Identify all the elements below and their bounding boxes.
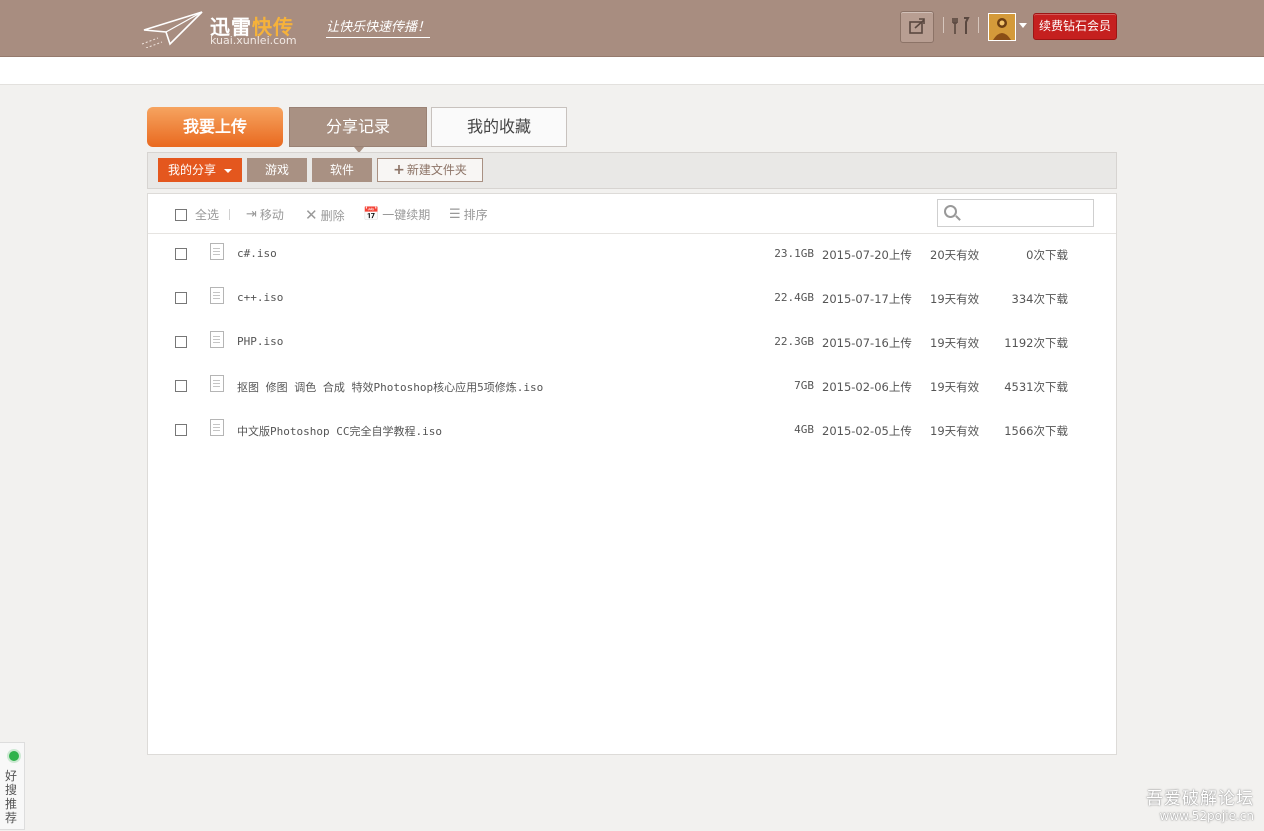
share-button[interactable]: [900, 11, 934, 43]
renew-button[interactable]: 📅 一键续期: [363, 206, 430, 223]
move-button[interactable]: ⇥ 移动: [246, 206, 284, 223]
row-checkbox[interactable]: [175, 292, 187, 304]
tools-button[interactable]: [951, 15, 971, 37]
tools-icon: [952, 17, 970, 34]
validity: 19天有效: [930, 292, 980, 306]
file-icon: [210, 287, 224, 304]
avatar-image-icon: [989, 14, 1015, 40]
logo-url: kuai.xunlei.com: [210, 34, 297, 47]
file-name[interactable]: 中文版Photoshop CC完全自学教程.iso: [237, 423, 442, 439]
file-name[interactable]: c#.iso: [237, 247, 277, 260]
download-count: 1566次下载: [1004, 424, 1068, 438]
side-recommend-widget[interactable]: 好搜推荐: [0, 742, 25, 830]
file-size: 22.4GB: [774, 291, 814, 304]
file-name[interactable]: 抠图 修图 调色 合成 特效Photoshop核心应用5项修炼.iso: [237, 379, 543, 395]
select-all-checkbox[interactable]: [175, 208, 187, 221]
file-row[interactable]: c#.iso 23.1GB 2015-07-20上传 20天有效 0次下载: [148, 233, 1116, 277]
sort-button[interactable]: ☰ 排序: [449, 206, 488, 223]
plus-icon: +: [393, 162, 405, 178]
file-size: 22.3GB: [774, 335, 814, 348]
file-row[interactable]: PHP.iso 22.3GB 2015-07-16上传 19天有效 1192次下…: [148, 321, 1116, 365]
row-checkbox[interactable]: [175, 380, 187, 392]
watermark-line2: www.52pojie.cn: [1159, 809, 1254, 823]
category-my-share-label: 我的分享: [167, 163, 216, 177]
tab-share-records[interactable]: 分享记录: [289, 107, 427, 153]
select-all-label: 全选: [195, 208, 220, 222]
file-name[interactable]: c++.iso: [237, 291, 283, 304]
new-folder-button[interactable]: + 新建文件夹: [377, 158, 483, 182]
file-toolbar: 全选 ⇥ 移动 ✕ 删除 📅 一键续期 ☰ 排序: [148, 194, 1116, 234]
upload-date: 2015-07-17上传: [822, 292, 912, 306]
file-size: 23.1GB: [774, 247, 814, 260]
download-count: 334次下载: [1011, 292, 1068, 306]
chevron-down-icon[interactable]: [1019, 23, 1027, 28]
delete-label: 删除: [320, 208, 345, 223]
move-icon: ⇥: [246, 207, 257, 222]
row-checkbox[interactable]: [175, 336, 187, 348]
file-icon: [210, 243, 224, 260]
avatar[interactable]: [988, 13, 1016, 41]
upload-date: 2015-07-16上传: [822, 336, 912, 350]
sub-header-bar: [0, 57, 1264, 85]
move-label: 移动: [259, 208, 284, 222]
renew-label: 一键续期: [382, 208, 431, 222]
search-box[interactable]: [937, 199, 1094, 227]
file-icon: [210, 331, 224, 348]
file-size: 7GB: [794, 379, 814, 392]
status-dot-icon: [7, 749, 21, 763]
file-icon: [210, 419, 224, 436]
download-count: 0次下载: [1026, 248, 1068, 262]
validity: 19天有效: [930, 336, 980, 350]
validity: 20天有效: [930, 248, 980, 262]
watermark-line1: 吾爱破解论坛: [1146, 789, 1254, 809]
search-icon: [944, 205, 957, 218]
logo[interactable]: 迅雷快传 kuai.xunlei.com 让快乐快速传播！: [140, 6, 440, 50]
validity: 19天有效: [930, 424, 980, 438]
file-row[interactable]: 抠图 修图 调色 合成 特效Photoshop核心应用5项修炼.iso 7GB …: [148, 365, 1116, 409]
delete-button[interactable]: ✕ 删除: [305, 206, 345, 224]
upload-date: 2015-02-06上传: [822, 380, 912, 394]
download-count: 4531次下载: [1004, 380, 1068, 394]
delete-x-icon: ✕: [305, 206, 318, 224]
category-software[interactable]: 软件: [312, 158, 372, 182]
row-checkbox[interactable]: [175, 424, 187, 436]
validity: 19天有效: [930, 380, 980, 394]
sort-label: 排序: [463, 208, 488, 222]
watermark: 吾爱破解论坛 www.52pojie.cn: [1146, 784, 1254, 823]
file-name[interactable]: PHP.iso: [237, 335, 283, 348]
category-game[interactable]: 游戏: [247, 158, 307, 182]
file-size: 4GB: [794, 423, 814, 436]
caret-down-icon: [224, 168, 232, 173]
row-checkbox[interactable]: [175, 248, 187, 260]
tab-upload[interactable]: 我要上传: [147, 107, 283, 147]
new-folder-label: 新建文件夹: [406, 163, 467, 177]
upload-date: 2015-07-20上传: [822, 248, 912, 262]
tab-my-favorites[interactable]: 我的收藏: [431, 107, 567, 147]
slogan: 让快乐快速传播！: [326, 16, 431, 38]
share-icon: [909, 18, 925, 34]
calendar-icon: 📅: [363, 207, 380, 222]
file-icon: [210, 375, 224, 392]
category-bar: 我的分享 游戏 软件 + 新建文件夹: [147, 152, 1117, 189]
sort-list-icon: ☰: [449, 207, 461, 222]
renew-vip-button[interactable]: 续费钻石会员: [1033, 13, 1117, 40]
upload-date: 2015-02-05上传: [822, 424, 912, 438]
top-header: 迅雷快传 kuai.xunlei.com 让快乐快速传播！ 续费钻石会员: [0, 0, 1264, 57]
category-my-share[interactable]: 我的分享: [158, 158, 242, 182]
select-all[interactable]: 全选: [175, 206, 219, 223]
header-divider: [943, 17, 944, 33]
file-row[interactable]: 中文版Photoshop CC完全自学教程.iso 4GB 2015-02-05…: [148, 409, 1116, 453]
toolbar-divider: [229, 209, 230, 220]
download-count: 1192次下载: [1004, 336, 1068, 350]
file-list-panel: 全选 ⇥ 移动 ✕ 删除 📅 一键续期 ☰ 排序 c#.iso 23.1GB 2…: [147, 193, 1117, 755]
side-widget-label: 好搜推荐: [5, 769, 18, 825]
tab-share-records-label: 分享记录: [325, 117, 390, 136]
paper-plane-icon: [141, 11, 203, 48]
file-row[interactable]: c++.iso 22.4GB 2015-07-17上传 19天有效 334次下载: [148, 277, 1116, 321]
header-divider: [978, 17, 979, 33]
